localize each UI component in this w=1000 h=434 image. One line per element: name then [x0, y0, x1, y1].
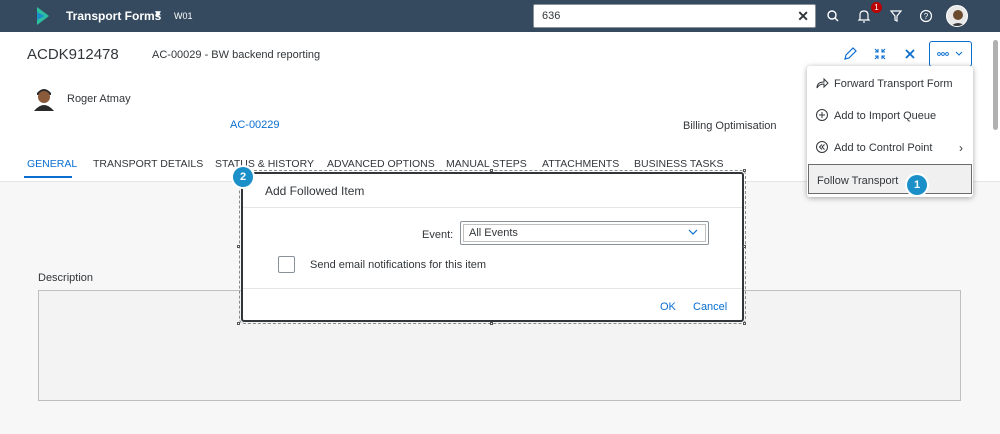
- dialog-header-divider: [243, 207, 742, 208]
- resize-handle: [743, 245, 746, 248]
- description-label: Description: [38, 272, 94, 284]
- app-logo-icon[interactable]: [37, 7, 49, 25]
- menu-item-label: Add to Control Point: [834, 142, 933, 154]
- shell-bar: Transport Forms ▼ W01 636 ✕ 1 ?: [0, 0, 1000, 32]
- email-notification-checkbox[interactable]: [278, 256, 295, 273]
- dialog-footer-divider: [243, 288, 742, 289]
- clear-search-icon[interactable]: ✕: [797, 8, 809, 25]
- filter-icon[interactable]: [888, 8, 904, 24]
- resize-handle: [743, 322, 746, 325]
- notification-bell-icon[interactable]: [856, 8, 872, 24]
- tab-status-history[interactable]: STATUS & HISTORY: [215, 158, 314, 170]
- chevron-down-icon: [688, 229, 698, 235]
- object-subtitle: AC-00029 - BW backend reporting: [152, 49, 321, 61]
- app-title[interactable]: Transport Forms: [66, 9, 161, 23]
- add-circle-icon: [816, 109, 828, 121]
- chevron-right-icon: ›: [959, 141, 963, 155]
- tab-manual-steps[interactable]: MANUAL STEPS: [446, 158, 527, 170]
- user-avatar-icon: [951, 10, 965, 26]
- step-badge-1: 1: [907, 175, 927, 195]
- object-id: ACDK912478: [27, 46, 119, 63]
- search-input[interactable]: 636: [542, 10, 560, 22]
- resize-handle: [237, 245, 240, 248]
- more-dots-icon: [937, 51, 963, 56]
- active-tab-indicator: [24, 176, 72, 178]
- edit-pencil-icon[interactable]: [839, 43, 861, 65]
- svg-text:?: ?: [924, 12, 929, 21]
- menu-item-follow-transport[interactable]: Follow Transport: [808, 164, 972, 194]
- more-actions-button[interactable]: [929, 41, 972, 67]
- tab-transport-details[interactable]: TRANSPORT DETAILS: [93, 158, 203, 170]
- page-scrollbar[interactable]: [993, 40, 998, 130]
- notification-count-badge: 1: [871, 2, 882, 13]
- email-notification-label: Send email notifications for this item: [310, 259, 487, 271]
- menu-item-label: Forward Transport Form: [834, 78, 953, 90]
- menu-item-label: Follow Transport: [817, 175, 899, 187]
- help-icon[interactable]: ?: [918, 8, 934, 24]
- search-icon[interactable]: [825, 8, 841, 24]
- resize-handle: [237, 322, 240, 325]
- rewind-circle-icon: [816, 141, 828, 153]
- more-actions-menu: Forward Transport Form Add to Import Que…: [807, 66, 973, 197]
- cancel-button[interactable]: Cancel: [693, 301, 727, 313]
- person-name: Roger Atmay: [67, 93, 131, 105]
- resize-handle: [490, 322, 493, 325]
- menu-item-add-to-control-point[interactable]: Add to Control Point ›: [807, 132, 973, 162]
- tab-attachments[interactable]: ATTACHMENTS: [542, 158, 619, 170]
- person-avatar-icon: [34, 89, 54, 111]
- billing-label: Billing Optimisation: [683, 120, 777, 132]
- event-select[interactable]: All Events: [460, 221, 709, 245]
- resize-handle: [490, 169, 493, 172]
- resize-handle: [743, 169, 746, 172]
- menu-item-add-to-import-queue[interactable]: Add to Import Queue: [807, 100, 973, 130]
- close-icon[interactable]: [899, 43, 921, 65]
- menu-item-forward-transport-form[interactable]: Forward Transport Form: [807, 68, 973, 98]
- tab-business-tasks[interactable]: BUSINESS TASKS: [634, 158, 723, 170]
- tab-advanced-options[interactable]: ADVANCED OPTIONS: [327, 158, 435, 170]
- menu-item-label: Add to Import Queue: [834, 110, 937, 122]
- ok-button[interactable]: OK: [660, 301, 676, 313]
- event-label: Event:: [422, 229, 454, 241]
- user-avatar[interactable]: [946, 5, 968, 27]
- search-field[interactable]: 636 ✕: [533, 4, 816, 28]
- add-followed-item-dialog: Add Followed Item Event: All Events Send…: [239, 170, 746, 324]
- ac-link[interactable]: AC-00229: [230, 119, 280, 131]
- step-badge-2: 2: [233, 167, 253, 187]
- event-select-value: All Events: [469, 227, 518, 239]
- dialog-title: Add Followed Item: [265, 184, 365, 198]
- app-menu-caret-icon[interactable]: ▼: [153, 9, 163, 20]
- tab-general[interactable]: GENERAL: [27, 158, 77, 170]
- exit-fullscreen-icon[interactable]: [869, 43, 891, 65]
- system-id: W01: [174, 11, 193, 21]
- forward-icon: [816, 77, 829, 89]
